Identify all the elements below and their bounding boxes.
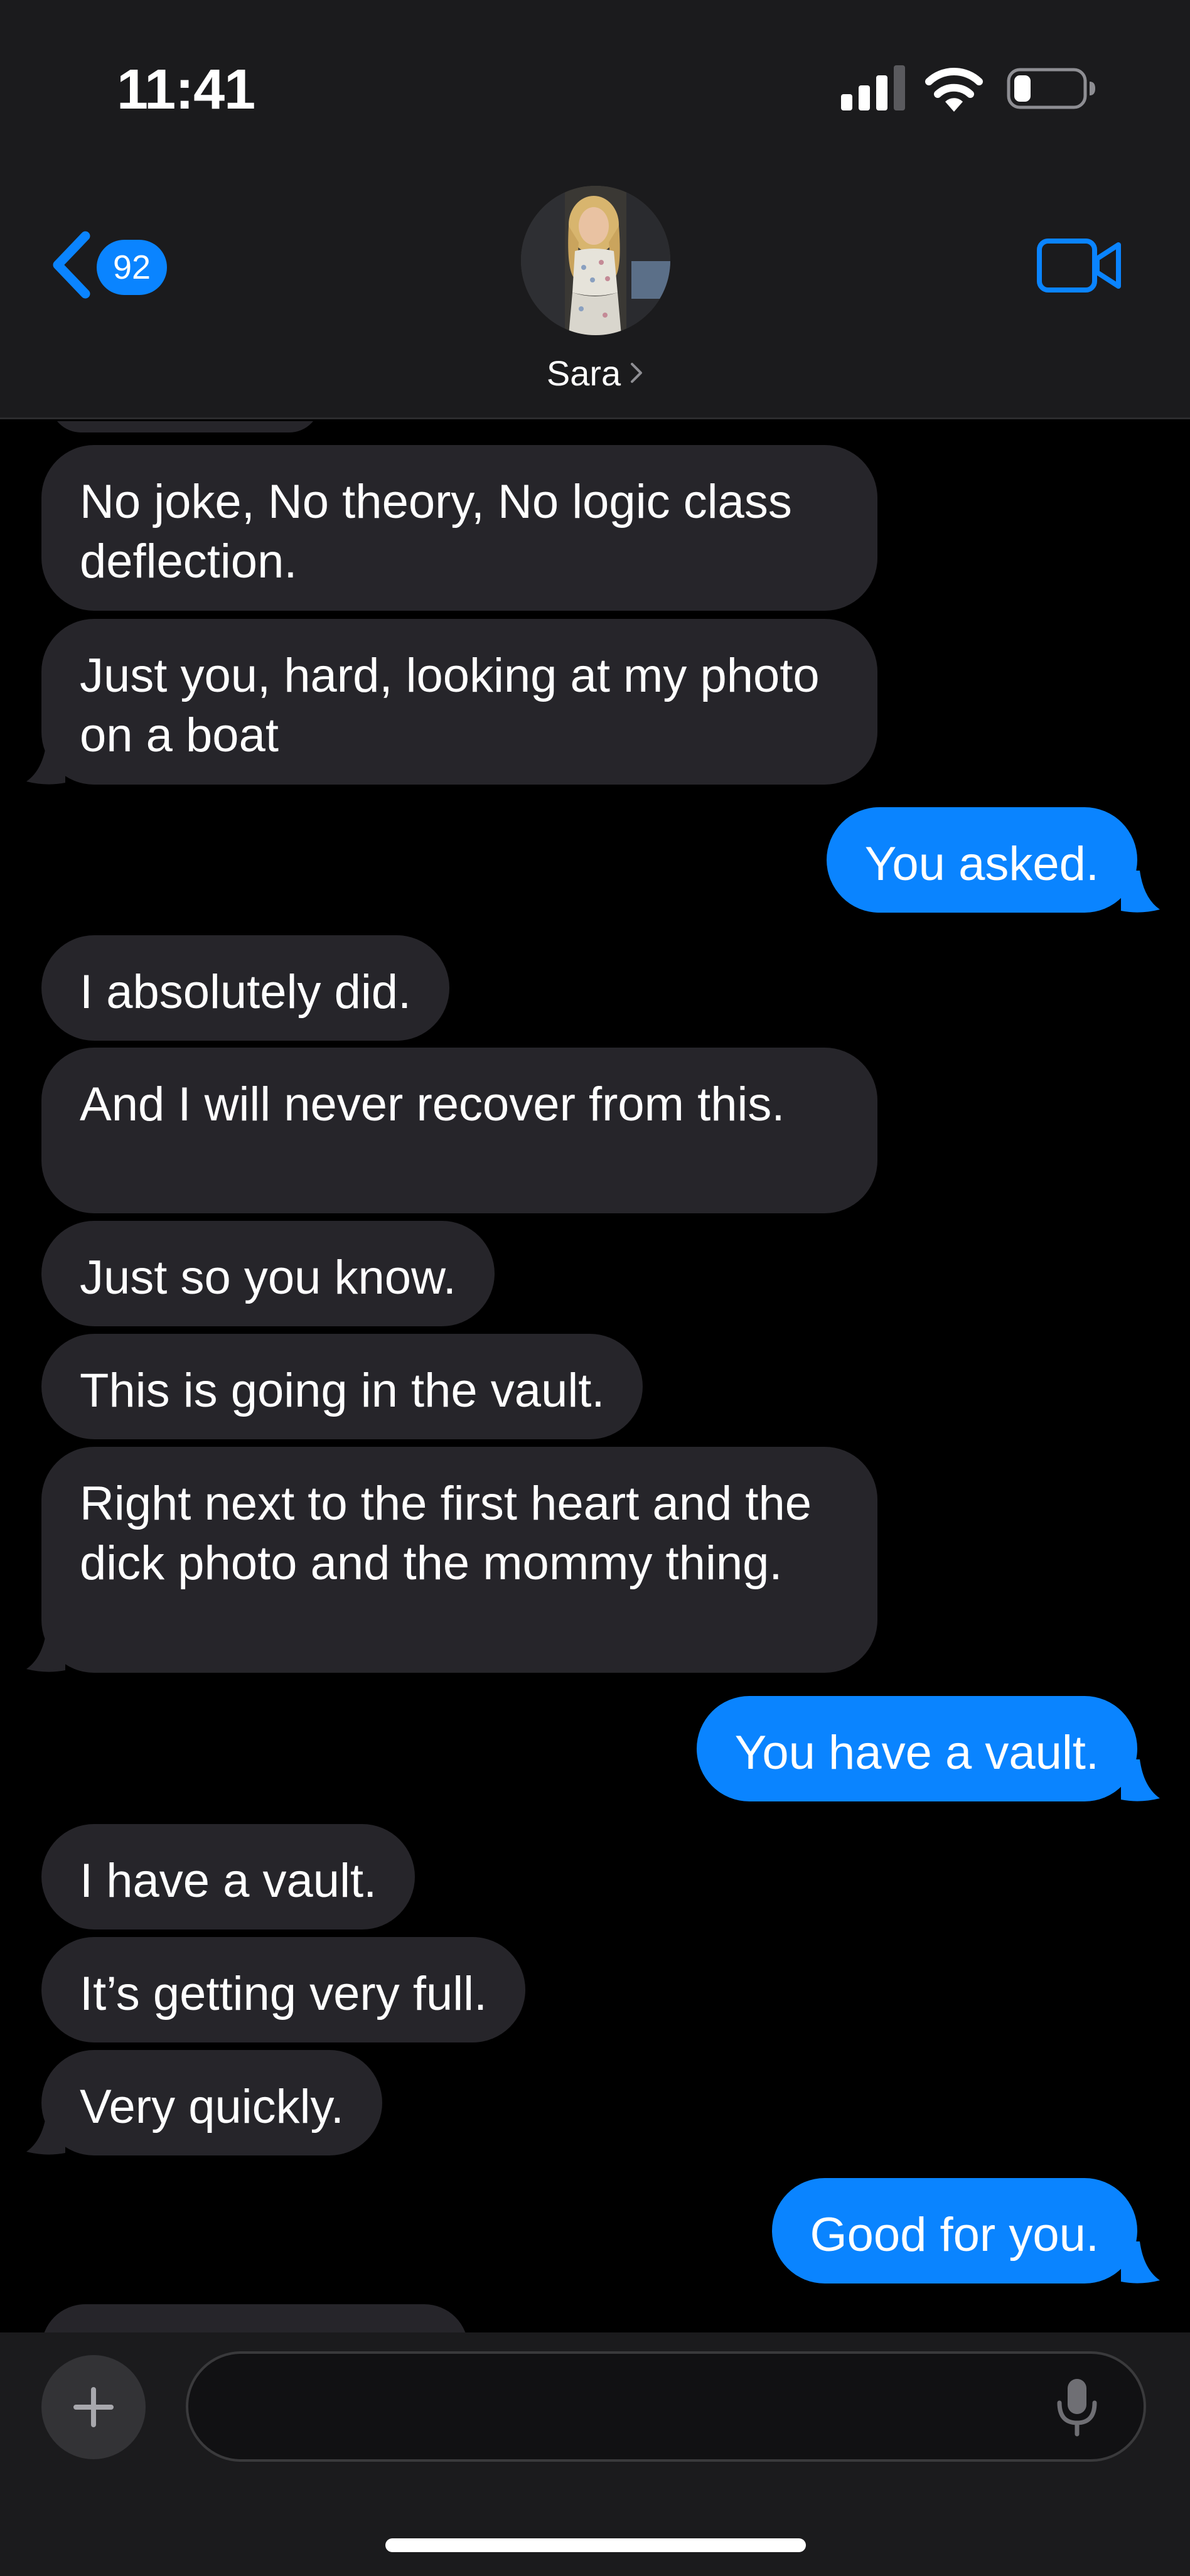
message-bubble-incoming[interactable]: Right next to the first heart and the di…	[41, 1447, 877, 1673]
back-button[interactable]: 92	[50, 227, 176, 303]
message-bubble-incoming[interactable]: No joke, No theory, No logic class defle…	[41, 445, 877, 611]
wifi-icon	[925, 68, 983, 112]
home-indicator	[385, 2538, 806, 2552]
message-thread[interactable]: No joke, No theory, No logic class defle…	[0, 421, 1190, 2332]
chevron-right-icon	[631, 363, 643, 383]
bubble-tail	[26, 1630, 65, 1672]
unread-count-badge: 92	[97, 240, 167, 295]
contact-name: Sara	[546, 353, 621, 393]
bubble-tail	[1121, 2241, 1160, 2284]
message-bubble-incoming[interactable]: I have a vault.	[41, 1824, 415, 1929]
message-bubble-incoming[interactable]: Very quickly.	[41, 2050, 382, 2155]
message-bubble-outgoing[interactable]: You asked.	[826, 807, 1137, 913]
video-camera-icon[interactable]	[1037, 237, 1122, 294]
conversation-header: 11:41 92 Sara	[0, 0, 1190, 419]
plus-icon	[73, 2387, 114, 2427]
contact-name-button[interactable]: Sara	[0, 353, 1190, 394]
message-bubble-outgoing[interactable]: You have a vault.	[696, 1696, 1137, 1801]
cellular-signal-icon	[841, 65, 905, 110]
bubble-tail	[26, 2113, 65, 2155]
compose-bar	[0, 2332, 1190, 2576]
chevron-left-icon	[53, 231, 90, 299]
add-attachment-button[interactable]	[41, 2355, 146, 2459]
message-bubble-incoming[interactable]: Just so you know.	[41, 1221, 495, 1326]
message-bubble-incoming[interactable]: This is going in the vault.	[41, 1334, 643, 1439]
avatar-photo	[521, 186, 670, 335]
message-input[interactable]	[186, 2351, 1146, 2462]
contact-avatar[interactable]	[521, 186, 670, 335]
bubble-tail	[1121, 1759, 1160, 1801]
battery-icon	[1007, 68, 1095, 109]
message-bubble-incoming[interactable]: It’s getting very full.	[41, 1937, 526, 2042]
message-bubble-incoming[interactable]: And I will never recover from this.	[41, 1048, 877, 1213]
bubble-tail	[1121, 871, 1160, 913]
partial-message-bubble	[41, 2304, 468, 2332]
bubble-tail	[26, 743, 65, 785]
microphone-icon[interactable]	[1048, 2376, 1106, 2437]
message-bubble-outgoing[interactable]: Good for you.	[771, 2178, 1137, 2284]
message-bubble-incoming[interactable]: I absolutely did.	[41, 935, 450, 1041]
message-bubble-incoming[interactable]: Just you, hard, looking at my photo on a…	[41, 619, 877, 785]
status-time: 11:41	[117, 58, 255, 121]
partial-message-bubble	[50, 421, 320, 432]
